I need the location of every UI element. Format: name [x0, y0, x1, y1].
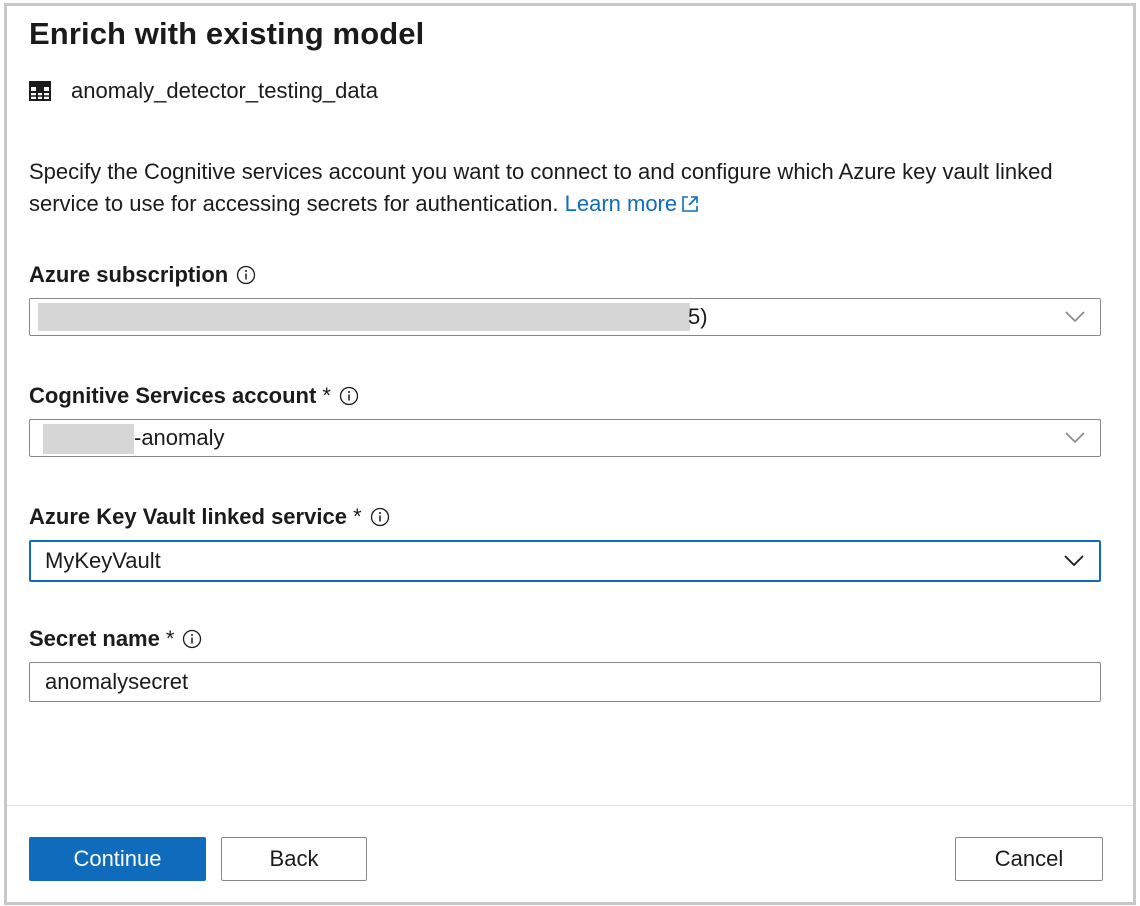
- key-vault-label-text: Azure Key Vault linked service: [29, 504, 347, 529]
- description-text: Specify the Cognitive services account y…: [29, 159, 1053, 216]
- back-button[interactable]: Back: [221, 837, 367, 881]
- description: Specify the Cognitive services account y…: [29, 156, 1109, 220]
- learn-more-link[interactable]: Learn more: [565, 191, 700, 216]
- info-icon[interactable]: [182, 629, 202, 649]
- chevron-down-icon: [1065, 311, 1085, 323]
- dialog-title: Enrich with existing model: [29, 16, 425, 51]
- required-marker: *: [322, 383, 331, 408]
- subscription-label-text: Azure subscription: [29, 262, 229, 287]
- cognitive-account-value: -anomaly: [134, 425, 225, 450]
- info-icon[interactable]: [339, 386, 359, 406]
- info-icon[interactable]: [236, 265, 256, 285]
- dataset-row: anomaly_detector_testing_data: [29, 78, 378, 104]
- key-vault-label: Azure Key Vault linked service *: [29, 504, 390, 530]
- enrich-dialog: Enrich with existing model anomaly_detec…: [4, 3, 1136, 905]
- redacted-value: [38, 303, 690, 331]
- subscription-dropdown[interactable]: 5): [29, 298, 1101, 336]
- dataset-name: anomaly_detector_testing_data: [71, 78, 378, 103]
- secret-name-input[interactable]: anomalysecret: [29, 662, 1101, 702]
- key-vault-dropdown[interactable]: MyKeyVault: [29, 540, 1101, 582]
- secret-name-value: anomalysecret: [45, 669, 189, 694]
- cognitive-account-dropdown[interactable]: -anomaly: [29, 419, 1101, 457]
- continue-button[interactable]: Continue: [29, 837, 206, 881]
- required-marker: *: [165, 626, 175, 651]
- chevron-down-icon: [1065, 432, 1085, 444]
- key-vault-value: MyKeyVault: [45, 548, 161, 573]
- learn-more-label: Learn more: [564, 191, 678, 216]
- cognitive-account-label-text: Cognitive Services account: [29, 383, 317, 408]
- required-marker: *: [352, 504, 362, 529]
- secret-name-label-text: Secret name: [29, 626, 160, 651]
- info-icon[interactable]: [370, 507, 390, 527]
- chevron-down-icon: [1064, 555, 1084, 567]
- subscription-value: 5): [688, 304, 708, 329]
- secret-name-label: Secret name *: [29, 626, 202, 652]
- subscription-label: Azure subscription: [29, 262, 256, 288]
- cognitive-account-label: Cognitive Services account *: [29, 383, 359, 409]
- redacted-value: [43, 424, 134, 454]
- external-link-icon: [682, 196, 698, 212]
- cancel-button[interactable]: Cancel: [955, 837, 1103, 881]
- footer-divider: [7, 805, 1133, 806]
- table-icon: [29, 81, 51, 101]
